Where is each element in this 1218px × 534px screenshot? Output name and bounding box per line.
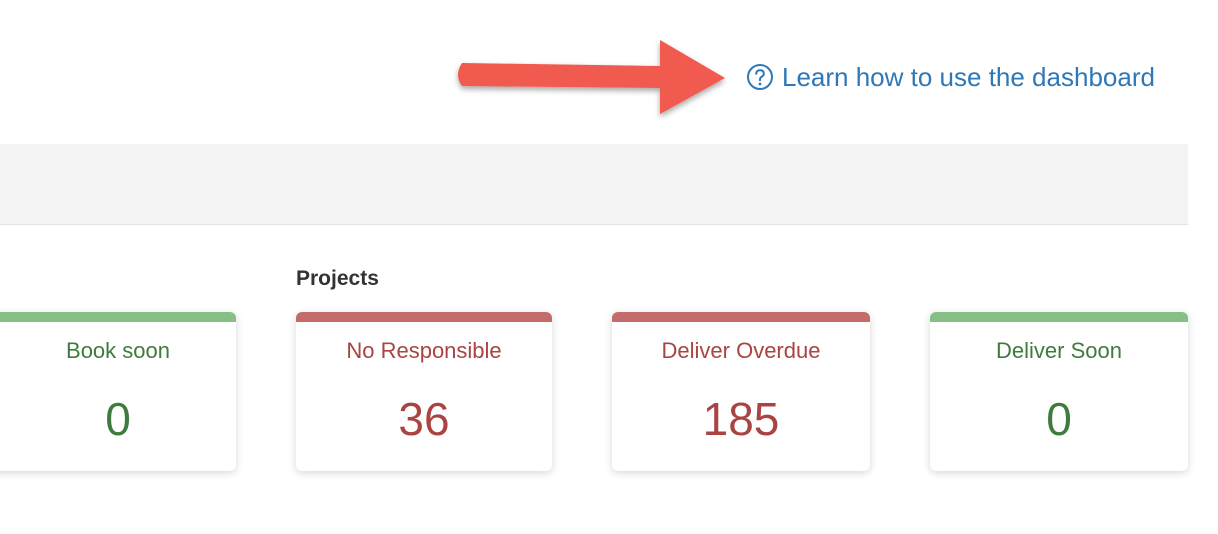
- deliver-soon-card[interactable]: Deliver Soon 0: [930, 312, 1188, 471]
- status-bar: [612, 312, 870, 322]
- card-label: Book soon: [66, 338, 170, 363]
- no-responsible-card[interactable]: No Responsible 36: [296, 312, 552, 471]
- card-value: 36: [398, 393, 450, 445]
- status-bar: [0, 312, 236, 322]
- card-value: 0: [105, 393, 131, 445]
- card-label: No Responsible: [346, 338, 502, 363]
- arrow-right-icon: [458, 40, 725, 114]
- card-value: 0: [1046, 393, 1072, 445]
- status-bar: [930, 312, 1188, 322]
- help-circle-icon: [747, 64, 773, 90]
- deliver-overdue-card[interactable]: Deliver Overdue 185: [612, 312, 870, 471]
- toolbar-band: [0, 144, 1188, 225]
- projects-section-title: Projects: [296, 267, 379, 290]
- help-link[interactable]: Learn how to use the dashboard: [746, 60, 1155, 94]
- card-label: Deliver Overdue: [661, 338, 821, 363]
- card-value: 185: [702, 393, 780, 445]
- help-link-label: Learn how to use the dashboard: [782, 61, 1155, 92]
- book-soon-card[interactable]: Book soon 0: [0, 312, 236, 471]
- status-bar: [296, 312, 552, 322]
- card-label: Deliver Soon: [996, 338, 1122, 363]
- dashboard-page: Learn how to use the dashboard Projects …: [0, 0, 1218, 534]
